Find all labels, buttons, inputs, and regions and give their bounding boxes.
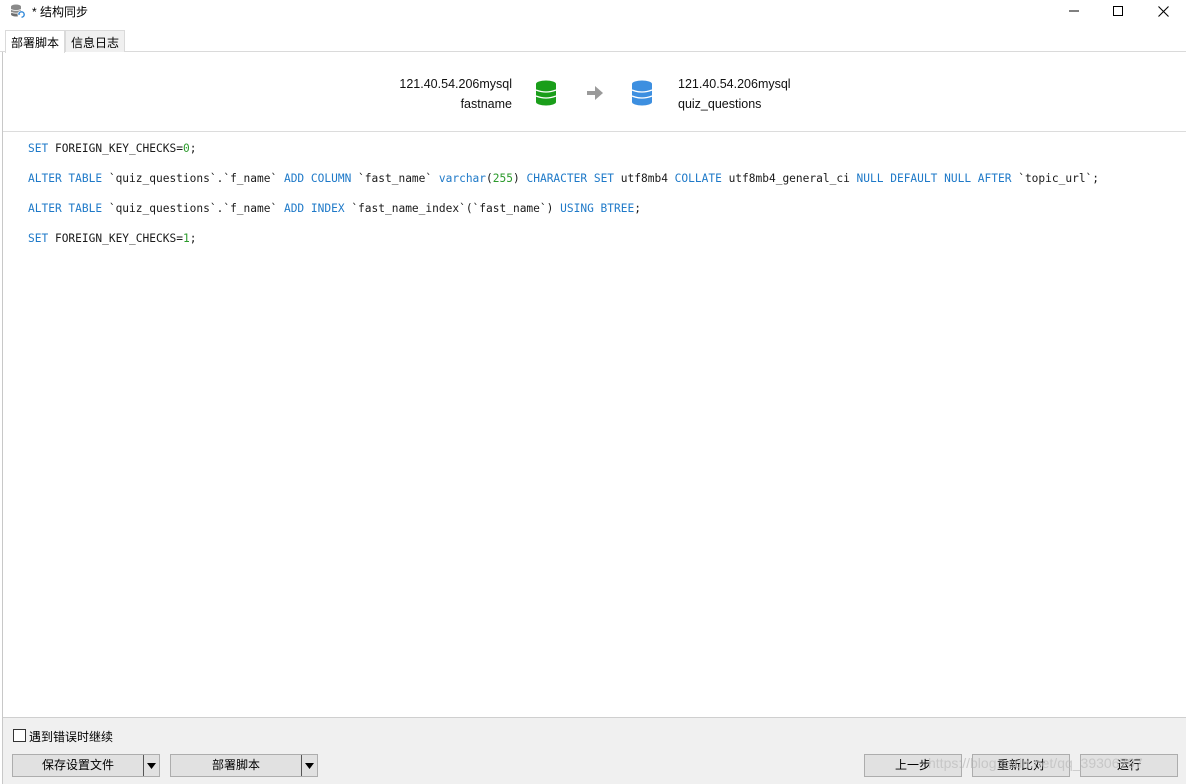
sql-text: )	[513, 172, 527, 185]
sql-keyword: SET	[28, 232, 49, 245]
minimize-icon	[1069, 10, 1079, 12]
script-line: SET FOREIGN_KEY_CHECKS=0;	[28, 141, 196, 157]
script-line: ALTER TABLE `quiz_questions`.`f_name` AD…	[28, 201, 641, 217]
deploy-script-button[interactable]: 部署脚本	[170, 754, 318, 777]
sql-text: `topic_url`;	[1011, 172, 1100, 185]
sql-text: (	[486, 172, 493, 185]
recompare-button[interactable]: 重新比对	[972, 754, 1070, 777]
sql-number: 1	[182, 232, 190, 245]
save-profile-dropdown[interactable]	[144, 755, 159, 776]
deploy-script-dropdown[interactable]	[302, 755, 317, 776]
sql-number: 0	[182, 142, 190, 155]
sql-keyword: ALTER TABLE	[28, 172, 103, 185]
tab-info-log[interactable]: 信息日志	[65, 30, 126, 52]
script-line: ALTER TABLE `quiz_questions`.`f_name` AD…	[28, 171, 1099, 187]
source-database: fastname	[460, 97, 512, 111]
sql-text: ;	[189, 232, 197, 245]
save-profile-button[interactable]: 保存设置文件	[12, 754, 160, 777]
sql-text: utf8mb4	[614, 172, 675, 185]
title-bar: * 结构同步	[0, 0, 1186, 22]
target-connection: 121.40.54.206mysql	[678, 77, 791, 91]
sql-keyword: ADD INDEX	[283, 202, 345, 215]
arrow-right-icon	[587, 86, 603, 100]
sql-text: ;	[634, 202, 641, 215]
sql-text: utf8mb4_general_ci	[721, 172, 857, 185]
sql-text: `fast_name_index`(`fast_name`)	[344, 202, 561, 215]
sql-text: FOREIGN_KEY_CHECKS=	[48, 142, 183, 155]
close-button[interactable]	[1140, 0, 1186, 22]
tab-deploy-script[interactable]: 部署脚本	[5, 30, 66, 53]
database-green-icon	[535, 80, 557, 106]
sql-keyword: ADD COLUMN	[283, 172, 352, 185]
sql-number: 255	[492, 172, 513, 185]
db-sync-icon	[10, 3, 26, 19]
window-title: * 结构同步	[32, 5, 89, 19]
target-info: 121.40.54.206mysql quiz_questions	[678, 74, 791, 114]
continue-on-error-label[interactable]: 遇到错误时继续	[29, 728, 113, 745]
source-connection: 121.40.54.206mysql	[399, 77, 512, 91]
sql-keyword: COLLATE	[674, 172, 722, 185]
deploy-script-label[interactable]: 部署脚本	[171, 755, 302, 776]
maximize-icon	[1113, 6, 1123, 16]
minimize-button[interactable]	[1051, 0, 1097, 22]
sql-text: `fast_name`	[351, 172, 439, 185]
database-blue-icon	[631, 80, 653, 106]
target-database: quiz_questions	[678, 97, 762, 111]
sql-keyword: USING BTREE	[560, 202, 635, 215]
source-info: 121.40.54.206mysql fastname	[399, 74, 512, 114]
close-icon	[1157, 5, 1169, 17]
sql-keyword: NULL DEFAULT NULL AFTER	[856, 172, 1012, 185]
continue-on-error-checkbox[interactable]	[13, 729, 26, 742]
script-line: SET FOREIGN_KEY_CHECKS=1;	[28, 231, 196, 247]
chevron-down-icon	[305, 762, 314, 769]
sql-keyword: ALTER TABLE	[28, 202, 103, 215]
sql-text: ;	[189, 142, 197, 155]
sql-keyword: CHARACTER SET	[526, 172, 615, 185]
bottom-panel: 遇到错误时继续 保存设置文件 部署脚本 上一步 重新比对 运行	[3, 717, 1186, 784]
back-button[interactable]: 上一步	[864, 754, 962, 777]
sql-keyword: varchar	[438, 172, 487, 185]
tab-bar: 部署脚本 信息日志	[0, 30, 1186, 53]
sql-text: `quiz_questions`.`f_name`	[102, 202, 284, 215]
sql-keyword: SET	[28, 142, 49, 155]
chevron-down-icon	[147, 762, 156, 769]
connection-header: 121.40.54.206mysql fastname 121.40.54.20…	[3, 53, 1186, 132]
frame-edge	[0, 52, 3, 784]
run-button[interactable]: 运行	[1080, 754, 1178, 777]
maximize-button[interactable]	[1095, 0, 1141, 22]
save-profile-label[interactable]: 保存设置文件	[13, 755, 144, 776]
sql-text: `quiz_questions`.`f_name`	[102, 172, 284, 185]
sql-text: FOREIGN_KEY_CHECKS=	[48, 232, 183, 245]
